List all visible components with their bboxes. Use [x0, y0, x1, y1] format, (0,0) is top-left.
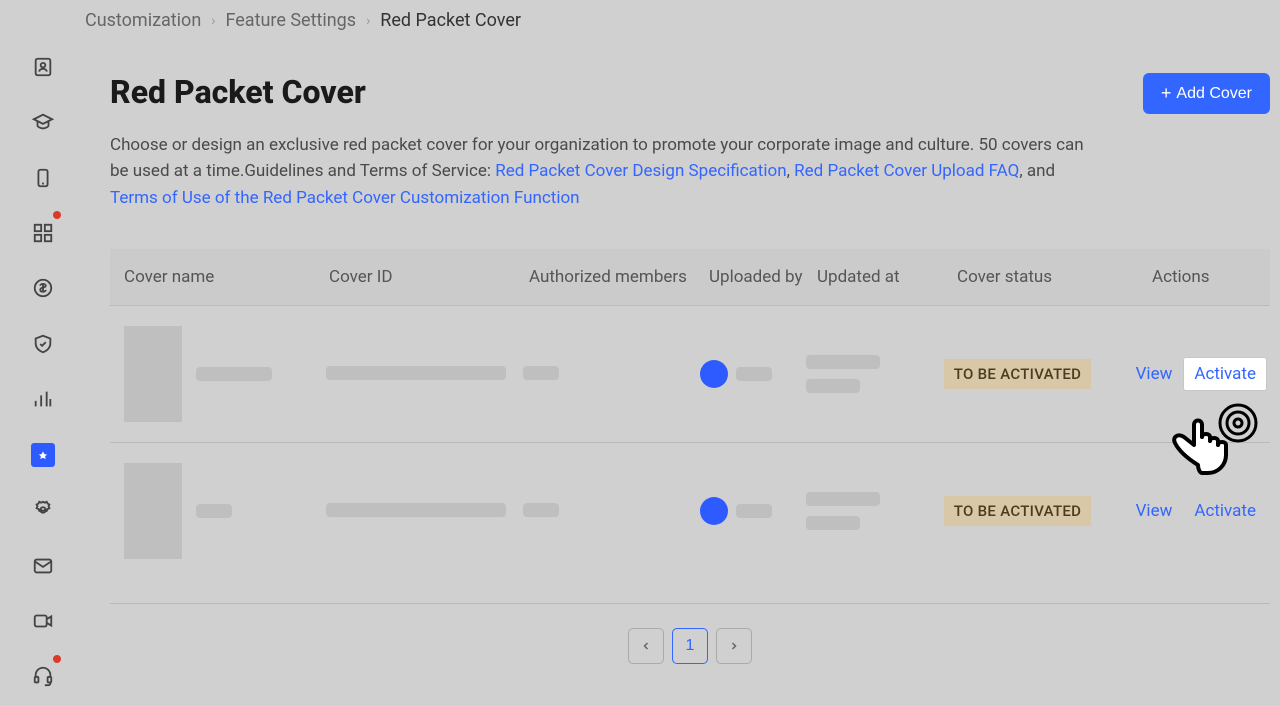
covers-table: Cover name Cover ID Authorized members U… [110, 249, 1270, 664]
status-badge: TO BE ACTIVATED [944, 359, 1092, 389]
sidebar-item-billing[interactable] [20, 262, 66, 315]
link-terms[interactable]: Terms of Use of the Red Packet Cover Cus… [110, 188, 580, 208]
uploader-avatar [700, 360, 728, 388]
headset-icon [32, 665, 54, 687]
th-actions: Actions [1152, 267, 1256, 287]
sidebar-item-apps[interactable] [20, 206, 66, 259]
sidebar-item-mail[interactable] [20, 539, 66, 592]
header-row: Red Packet Cover + Add Cover [110, 73, 1270, 114]
status-badge: TO BE ACTIVATED [944, 496, 1092, 526]
apps-icon [32, 222, 54, 244]
sidebar-item-contacts[interactable] [20, 40, 66, 93]
sidebar [0, 0, 85, 705]
sidebar-item-device[interactable] [20, 151, 66, 204]
cover-name-placeholder [196, 367, 272, 381]
updated-date-placeholder [806, 492, 880, 506]
uploader-name-placeholder [736, 367, 772, 381]
activate-link[interactable]: Activate [1194, 501, 1256, 521]
add-cover-button[interactable]: + Add Cover [1143, 73, 1270, 114]
page-number-button[interactable]: 1 [672, 628, 708, 664]
cover-thumbnail[interactable] [124, 326, 182, 422]
chevron-right-icon: › [211, 13, 215, 29]
th-cover-status: Cover status [957, 267, 1152, 287]
star-badge-icon [32, 444, 54, 466]
th-uploaded-by: Uploaded by [709, 267, 817, 287]
link-design-spec[interactable]: Red Packet Cover Design Specification [495, 161, 786, 181]
page-prev-button[interactable] [628, 628, 664, 664]
breadcrumb: Customization › Feature Settings › Red P… [85, 0, 1280, 43]
notification-dot [53, 211, 61, 219]
updated-time-placeholder [806, 379, 860, 393]
uploader-name-placeholder [736, 504, 772, 518]
table-row: TO BE ACTIVATED View Activate [110, 305, 1270, 442]
breadcrumb-current: Red Packet Cover [380, 10, 521, 31]
chevron-left-icon [640, 640, 652, 652]
th-authorized: Authorized members [529, 267, 709, 287]
page-description: Choose or design an exclusive red packet… [110, 132, 1100, 211]
mail-icon [32, 555, 54, 577]
video-icon [32, 610, 54, 632]
link-upload-faq[interactable]: Red Packet Cover Upload FAQ [794, 161, 1019, 181]
graduation-icon [32, 111, 54, 133]
page-next-button[interactable] [716, 628, 752, 664]
plus-icon: + [1161, 83, 1172, 104]
chevron-right-icon: › [366, 13, 370, 29]
bar-chart-icon [32, 388, 54, 410]
activate-link[interactable]: Activate [1184, 358, 1266, 390]
authorized-placeholder [523, 503, 559, 517]
breadcrumb-item[interactable]: Customization [85, 10, 201, 31]
sidebar-item-settings[interactable] [20, 483, 66, 536]
cover-name-placeholder [196, 504, 232, 518]
sidebar-item-video[interactable] [20, 594, 66, 647]
sidebar-item-customization[interactable] [20, 428, 66, 481]
th-cover-id: Cover ID [329, 267, 529, 287]
cover-id-placeholder [326, 503, 506, 517]
page-title: Red Packet Cover [110, 73, 366, 111]
th-updated-at: Updated at [817, 267, 957, 287]
notification-dot [53, 655, 61, 663]
updated-time-placeholder [806, 516, 860, 530]
updated-date-placeholder [806, 355, 880, 369]
authorized-placeholder [523, 366, 559, 380]
uploader-avatar [700, 497, 728, 525]
cover-id-placeholder [326, 366, 506, 380]
shield-icon [32, 333, 54, 355]
chevron-right-icon [728, 640, 740, 652]
contacts-icon [32, 56, 54, 78]
view-link[interactable]: View [1136, 501, 1173, 521]
th-cover-name: Cover name [124, 267, 329, 287]
cover-thumbnail[interactable] [124, 463, 182, 559]
sidebar-item-analytics[interactable] [20, 373, 66, 426]
content-card: Red Packet Cover + Add Cover Choose or d… [85, 43, 1280, 684]
add-cover-label: Add Cover [1176, 85, 1252, 103]
table-header: Cover name Cover ID Authorized members U… [110, 249, 1270, 305]
table-row: TO BE ACTIVATED View Activate [110, 442, 1270, 579]
gear-icon [32, 499, 54, 521]
dollar-icon [32, 277, 54, 299]
main-content: Customization › Feature Settings › Red P… [85, 0, 1280, 705]
breadcrumb-item[interactable]: Feature Settings [225, 10, 356, 31]
view-link[interactable]: View [1136, 364, 1173, 384]
sidebar-item-support[interactable] [20, 650, 66, 703]
device-icon [32, 167, 54, 189]
sidebar-item-education[interactable] [20, 95, 66, 148]
sidebar-item-security[interactable] [20, 317, 66, 370]
pagination: 1 [110, 603, 1270, 664]
